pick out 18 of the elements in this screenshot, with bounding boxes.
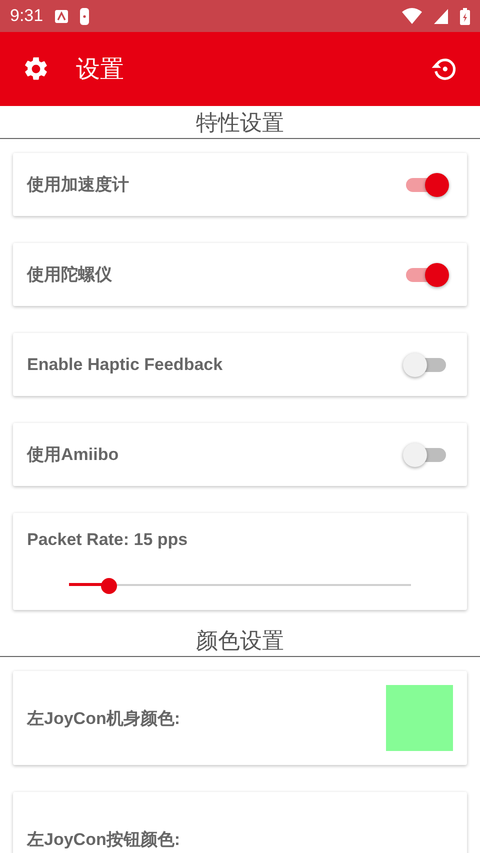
setting-label: 左JoyCon按钮颜色: (27, 828, 181, 850)
section-header: 颜色设置 (0, 624, 480, 657)
section-header: 特性设置 (0, 106, 480, 139)
slider[interactable] (69, 578, 411, 592)
setting-label: 使用Amiibo (27, 444, 120, 466)
setting-label: 使用陀螺仪 (27, 264, 113, 286)
signal-icon (434, 8, 448, 24)
status-time: 9:31 (10, 6, 44, 26)
wifi-icon (402, 8, 422, 24)
color-swatch[interactable] (386, 685, 453, 751)
setting-label: 左JoyCon机身颜色: (27, 708, 181, 730)
controller-icon (80, 8, 90, 24)
setting-label: Packet Rate: 15 pps (27, 529, 189, 550)
battery-icon (460, 8, 470, 24)
notification-icon (55, 10, 68, 22)
app-title: 设置 (76, 55, 125, 85)
setting-label: 使用加速度计 (27, 174, 130, 196)
setting-label: Enable Haptic Feedback (27, 354, 224, 374)
